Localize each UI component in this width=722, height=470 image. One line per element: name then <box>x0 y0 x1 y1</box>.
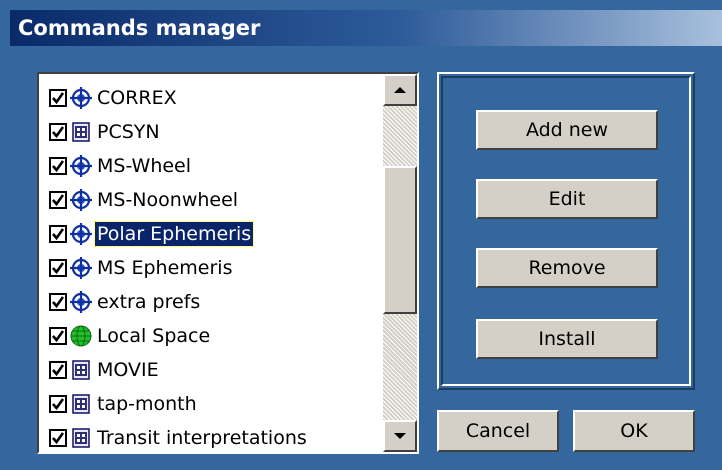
edit-button[interactable]: Edit <box>476 179 658 219</box>
list-item[interactable]: Polar Ephemeris <box>49 218 255 250</box>
checkbox[interactable] <box>49 327 67 345</box>
list-item[interactable]: MS-Noonwheel <box>49 184 240 216</box>
vertical-scrollbar[interactable] <box>383 74 417 452</box>
list-item-label: MS-Noonwheel <box>97 189 239 211</box>
list-item-label: MS Ephemeris <box>97 257 233 279</box>
list-item-label: MOVIE <box>97 359 159 381</box>
list-item[interactable]: PCSYN <box>49 116 162 148</box>
crosshair-globe-icon <box>67 189 95 211</box>
commands-list[interactable]: CORREX PCSYN MS-Wheel MS-Noonwheel Polar Eph… <box>37 72 419 454</box>
checkbox[interactable] <box>49 259 67 277</box>
crosshair-globe-icon <box>67 87 95 109</box>
scroll-up-button[interactable] <box>383 74 417 106</box>
window-title: Commands manager <box>10 10 722 46</box>
list-item[interactable]: Transit interpretations <box>49 422 309 452</box>
film-document-icon <box>67 427 95 449</box>
checkbox[interactable] <box>49 361 67 379</box>
list-item-label: PCSYN <box>97 121 160 143</box>
list-item-label: extra prefs <box>97 291 201 313</box>
crosshair-globe-icon <box>67 155 95 177</box>
scroll-down-button[interactable] <box>383 420 417 452</box>
list-item-label: Transit interpretations <box>97 427 307 449</box>
checkbox[interactable] <box>49 395 67 413</box>
add-new-button[interactable]: Add new <box>476 110 658 150</box>
list-item[interactable]: MS Ephemeris <box>49 252 234 284</box>
install-button[interactable]: Install <box>476 319 658 359</box>
checkbox[interactable] <box>49 89 67 107</box>
crosshair-globe-icon <box>67 223 95 245</box>
list-item-label: MS-Wheel <box>97 155 192 177</box>
film-document-icon <box>67 393 95 415</box>
scroll-thumb[interactable] <box>383 166 417 314</box>
checkbox[interactable] <box>49 191 67 209</box>
checkbox[interactable] <box>49 157 67 175</box>
cancel-button[interactable]: Cancel <box>437 410 559 452</box>
green-globe-icon <box>67 325 95 347</box>
film-document-icon <box>67 359 95 381</box>
commands-manager-window: Commands manager CORREX PCSYN MS-Wheel MS-N… <box>0 0 722 470</box>
arrow-down-icon <box>394 433 406 439</box>
list-item-label: CORREX <box>97 87 177 109</box>
remove-button[interactable]: Remove <box>476 248 658 288</box>
list-item[interactable]: CORREX <box>49 82 179 114</box>
checkbox[interactable] <box>49 123 67 141</box>
arrow-up-icon <box>394 87 406 93</box>
list-item-label: tap-month <box>97 393 197 415</box>
list-item-label: Local Space <box>97 325 211 347</box>
checkbox[interactable] <box>49 225 67 243</box>
list-item[interactable]: MS-Wheel <box>49 150 193 182</box>
checkbox[interactable] <box>49 293 67 311</box>
ok-button[interactable]: OK <box>573 410 695 452</box>
list-item-label: Polar Ephemeris <box>93 221 255 247</box>
film-document-icon <box>67 121 95 143</box>
checkbox[interactable] <box>49 429 67 447</box>
list-item[interactable]: Local Space <box>49 320 212 352</box>
list-item[interactable]: extra prefs <box>49 286 202 318</box>
list-item[interactable]: tap-month <box>49 388 199 420</box>
crosshair-globe-icon <box>67 257 95 279</box>
crosshair-globe-icon <box>67 291 95 313</box>
list-item[interactable]: MOVIE <box>49 354 161 386</box>
